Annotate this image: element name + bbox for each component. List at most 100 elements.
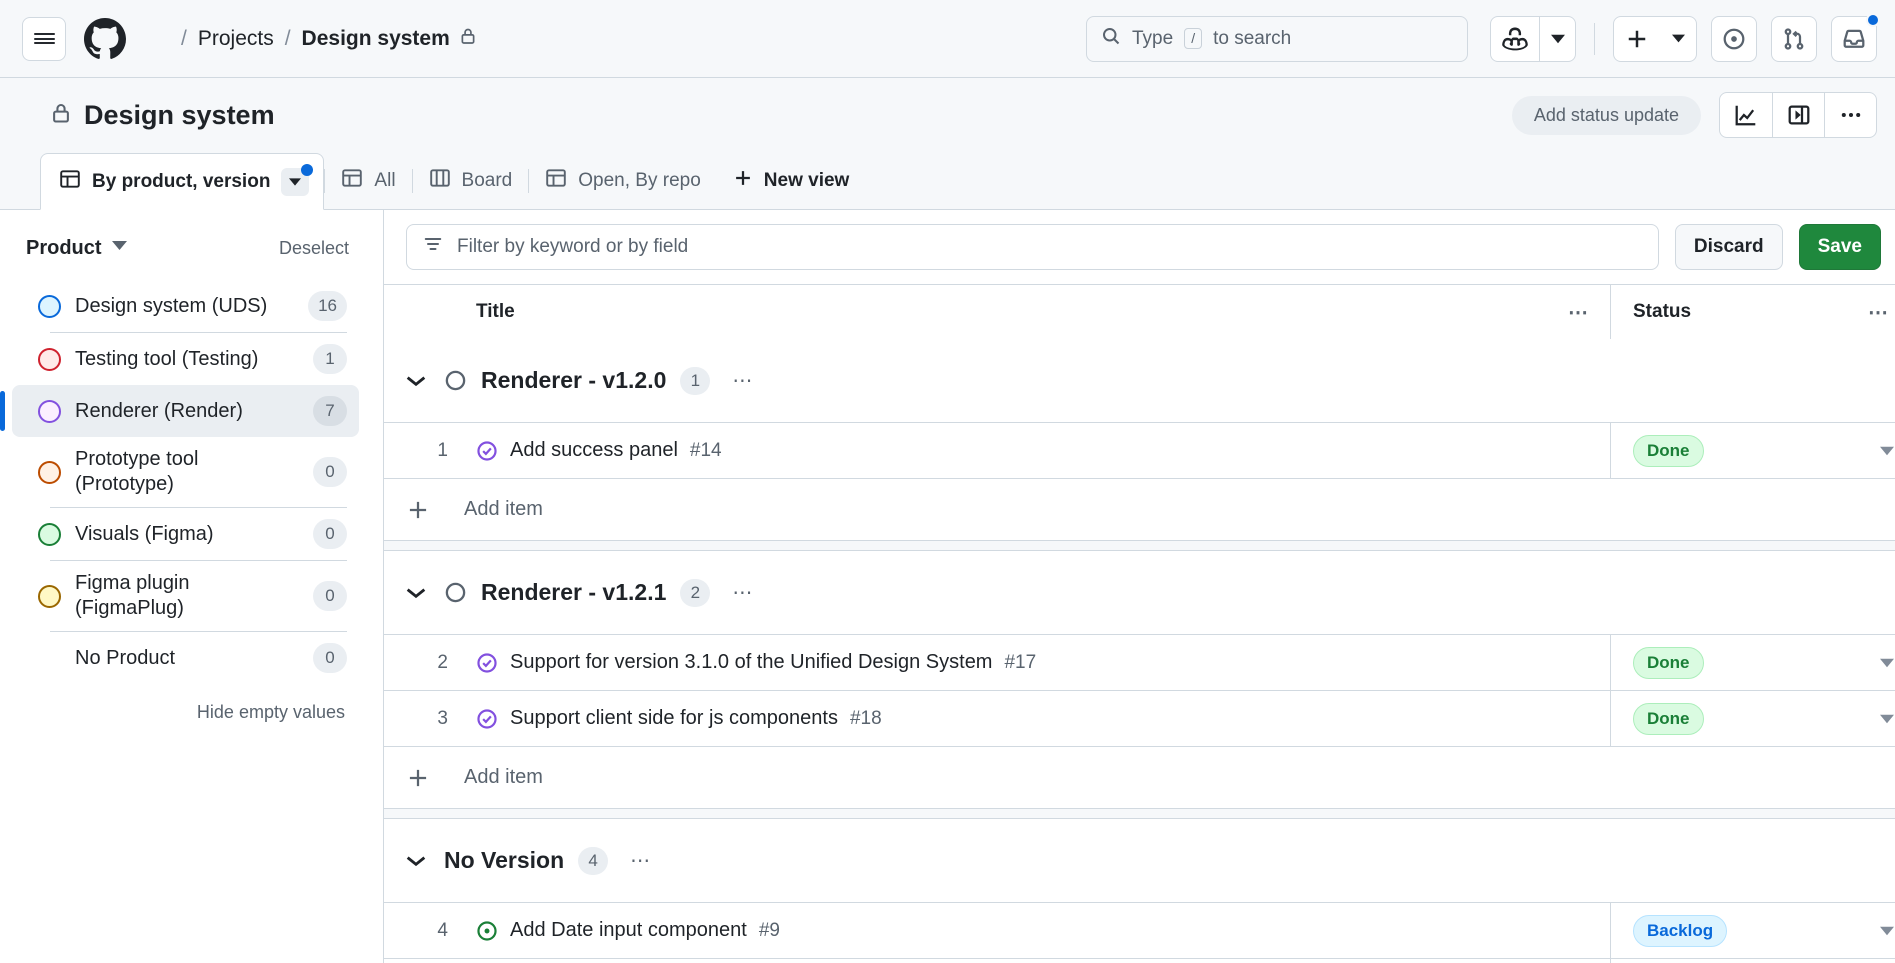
status-chevron-down-icon[interactable] [1880,656,1895,670]
slicer-list: Design system (UDS) 16 Testing tool (Tes… [0,280,359,684]
hamburger-icon[interactable] [22,16,66,61]
header-divider [1594,22,1595,55]
cell-title[interactable]: Support client side for js components #1… [466,691,1611,746]
add-item-label: Add item [464,766,543,788]
group-header-row[interactable]: Renderer - v1.2.1 2 ⋯ [384,551,1895,635]
table-row[interactable]: 1 Add success panel #14 Done [384,423,1895,479]
table-view-icon [341,167,363,195]
row-number: 2 [437,651,448,673]
deselect-button[interactable]: Deselect [279,238,349,259]
graph-icon[interactable] [1720,93,1772,137]
group-collapse-chevron-down-icon[interactable] [406,583,444,603]
group-count: 4 [578,846,609,875]
group-collapse-chevron-down-icon[interactable] [406,851,444,871]
filter-input[interactable]: Filter by keyword or by field [406,224,1659,270]
tab-board[interactable]: Board [413,152,529,209]
cell-status[interactable]: Backlog [1611,903,1895,958]
add-item-row[interactable]: Add item [384,747,1895,809]
new-view-button[interactable]: New view [717,152,866,209]
cell-status[interactable]: Done [1611,691,1895,746]
column-header-label: Title [476,301,515,322]
copilot-icon[interactable] [1491,17,1539,61]
group-menu-kebab-horizontal-icon[interactable]: ⋯ [732,368,754,393]
color-dot-icon [38,347,61,371]
column-header-title[interactable]: Title ⋯ [466,285,1611,339]
issue-number: #14 [689,439,722,461]
group-menu-kebab-horizontal-icon[interactable]: ⋯ [630,848,652,873]
search-input[interactable]: Type / to search [1086,15,1468,62]
tab-label: All [374,169,396,191]
cell-title[interactable]: Support for version 3.1.0 of the Unified… [466,635,1611,690]
slicer-item-count: 0 [313,643,347,673]
create-new-chevron-down-icon[interactable] [1660,17,1696,61]
sidebar-item-prototype-tool[interactable]: Prototype tool (Prototype) 0 [12,437,359,507]
tab-label: Board [461,169,513,191]
create-new-button-group[interactable] [1613,15,1697,62]
status-chevron-down-icon[interactable] [1880,444,1895,458]
tab-chevron-down-icon[interactable] [281,163,314,196]
table-row[interactable]: 3 Support client side for js components … [384,691,1895,747]
row-number-header [384,285,466,339]
sidebar-item-visuals-figma[interactable]: Visuals (Figma) 0 [12,508,359,560]
column-menu-kebab-horizontal-icon[interactable]: ⋯ [1868,300,1895,325]
sidebar-item-testing-tool[interactable]: Testing tool (Testing) 1 [12,333,359,385]
column-header-status[interactable]: Status ⋯ [1611,285,1895,339]
group-collapse-chevron-down-icon[interactable] [406,371,444,391]
breadcrumb-current[interactable]: Design system [302,27,477,51]
github-logo-icon[interactable] [84,17,126,60]
cell-status[interactable]: Done [1611,423,1895,478]
sidebar-item-renderer[interactable]: Renderer (Render) 7 [0,385,359,437]
search-placeholder-post: to search [1213,27,1292,49]
group-header-row[interactable]: Renderer - v1.2.0 1 ⋯ [384,339,1895,423]
tab-all[interactable]: All [325,152,411,209]
status-chevron-down-icon[interactable] [1880,924,1895,938]
cell-status[interactable]: Done [1611,635,1895,690]
tab-by-product-version[interactable]: By product, version [40,153,325,210]
status-chevron-down-icon[interactable] [1880,712,1895,726]
slicer-item-label: No Product [75,646,176,669]
color-dot-icon [38,294,61,318]
cell-title[interactable]: Add Date picker component #10 [466,959,1611,963]
issue-circle-icon [444,369,467,392]
color-dot-icon [38,399,61,423]
issue-title: Add success panel [510,439,678,461]
kebab-horizontal-icon[interactable] [1824,93,1876,137]
issue-opened-icon[interactable] [1711,15,1757,62]
add-item-row[interactable]: Add item [384,479,1895,541]
status-badge: Done [1633,434,1704,467]
column-menu-kebab-horizontal-icon[interactable]: ⋯ [1568,300,1610,325]
sidebar-item-no-product[interactable]: No Product 0 [12,632,359,684]
slicer-chevron-down-icon[interactable] [111,238,127,258]
status-badge: Done [1633,702,1704,735]
filter-bar: Filter by keyword or by field Discard Sa… [384,210,1895,284]
cell-title[interactable]: Add Date input component #9 [466,903,1611,958]
breadcrumb-separator: / [181,26,187,50]
cell-title[interactable]: Add success panel #14 [466,423,1611,478]
add-status-update-button[interactable]: Add status update [1511,95,1701,135]
cell-status[interactable]: Backlog [1611,959,1895,963]
table-row[interactable]: 4 Add Date input component #9 Backlog [384,903,1895,959]
group-menu-kebab-horizontal-icon[interactable]: ⋯ [732,580,754,605]
group-header-row[interactable]: No Version 4 ⋯ [384,819,1895,903]
copilot-button-group[interactable] [1490,15,1576,62]
issue-closed-icon [476,652,498,674]
sidebar-item-design-system-uds[interactable]: Design system (UDS) 16 [12,280,359,332]
git-pull-request-icon[interactable] [1771,15,1817,62]
side-panel-icon[interactable] [1772,93,1824,137]
slicer-item-count: 0 [313,581,347,611]
slicer-item-label: Testing tool (Testing) [75,347,259,370]
plus-icon[interactable] [1614,17,1660,61]
breadcrumb-projects-link[interactable]: Projects [198,27,274,51]
inbox-icon[interactable] [1831,12,1880,62]
save-button[interactable]: Save [1798,224,1881,270]
table-row[interactable]: 2 Support for version 3.1.0 of the Unifi… [384,635,1895,691]
discard-button[interactable]: Discard [1674,224,1783,270]
table-row[interactable]: 5 Add Date picker component #10 Backlog [384,959,1895,963]
sidebar-item-figma-plugin[interactable]: Figma plugin (FigmaPlug) 0 [12,561,359,631]
new-view-label: New view [763,169,850,191]
slicer-field-name: Product [26,236,102,259]
tab-open-by-repo[interactable]: Open, By repo [529,152,717,209]
row-number: 4 [437,919,448,941]
hide-empty-values-button[interactable]: Hide empty values [12,684,359,723]
copilot-chevron-down-icon[interactable] [1539,16,1575,61]
